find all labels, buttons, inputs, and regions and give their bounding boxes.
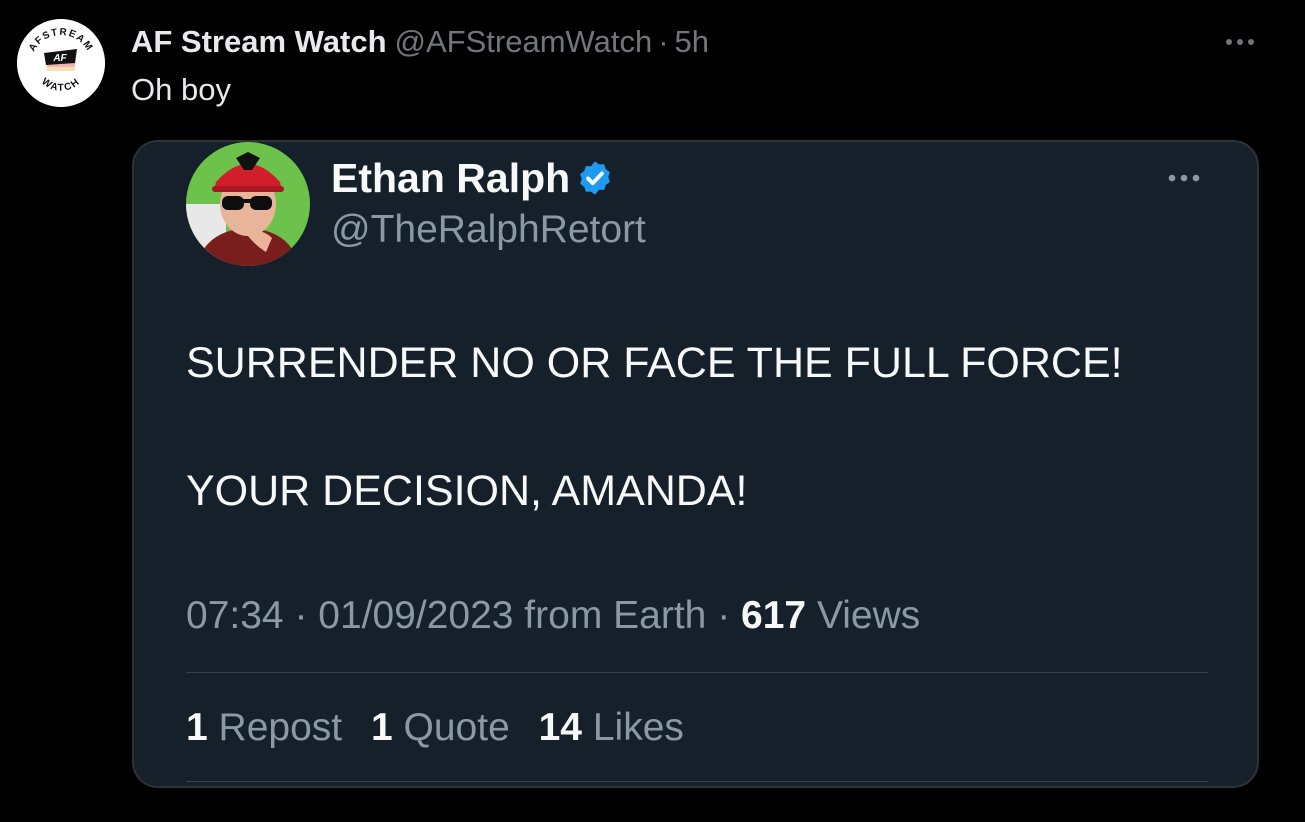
post-header: AF Stream Watch @AFStreamWatch · 5h bbox=[131, 22, 709, 62]
meta-separator-2: · bbox=[706, 594, 742, 637]
embedded-text-line-2: YOUR DECISION, AMANDA! bbox=[186, 467, 748, 515]
embedded-author-avatar bbox=[186, 142, 310, 266]
likes-count: 14 bbox=[538, 706, 582, 749]
views-label: Views bbox=[806, 594, 921, 637]
embedded-author-name: Ethan Ralph bbox=[331, 154, 614, 202]
embedded-tweet-stats: 1 Repost 1 Quote 14 Likes bbox=[186, 702, 702, 754]
repost-stat: 1 Repost bbox=[186, 706, 342, 749]
likes-stat: 14 Likes bbox=[539, 706, 684, 749]
embedded-tweet-text: SURRENDER NO OR FACE THE FULL FORCE! YOU… bbox=[186, 336, 1123, 518]
embedded-text-line-1: SURRENDER NO OR FACE THE FULL FORCE! bbox=[186, 339, 1123, 387]
author-display-name[interactable]: AF Stream Watch bbox=[131, 24, 387, 59]
repost-label: Repost bbox=[218, 706, 343, 749]
author-avatar[interactable]: AFSTREAM WATCH AF bbox=[17, 19, 105, 107]
embedded-tweet-meta: 07:34 · 01/09/2023 from Earth · 617 View… bbox=[186, 590, 920, 642]
more-horizontal-icon[interactable] bbox=[1222, 32, 1258, 52]
af-stream-watch-logo: AFSTREAM WATCH AF bbox=[17, 19, 105, 107]
likes-label: Likes bbox=[592, 706, 684, 749]
author-handle[interactable]: @AFStreamWatch bbox=[395, 24, 653, 59]
post-timestamp[interactable]: 5h bbox=[675, 24, 709, 59]
stats-divider-top bbox=[186, 672, 1208, 673]
embedded-more-horizontal-icon bbox=[1164, 168, 1204, 188]
header-separator: · bbox=[658, 24, 669, 59]
repost-count: 1 bbox=[186, 706, 208, 749]
embedded-date: 01/09/2023 from Earth bbox=[318, 594, 707, 637]
tweet[interactable]: AFSTREAM WATCH AF AF Stream Watch @AFStre… bbox=[0, 0, 1305, 822]
quote-count: 1 bbox=[370, 706, 393, 749]
embedded-author-handle: @TheRalphRetort bbox=[331, 208, 646, 251]
logo-mark: AF bbox=[52, 53, 67, 64]
quote-stat: 1 Quote bbox=[371, 706, 510, 749]
embedded-author-display-name: Ethan Ralph bbox=[331, 155, 571, 201]
embedded-tweet-image[interactable]: Ethan Ralph @TheRalphRetort SURRENDER NO… bbox=[132, 140, 1259, 788]
meta-separator-1: · bbox=[283, 594, 319, 637]
verified-badge-icon bbox=[580, 161, 611, 195]
embedded-time: 07:34 bbox=[186, 594, 284, 637]
quote-label: Quote bbox=[403, 706, 510, 749]
stats-divider-bottom bbox=[186, 781, 1208, 782]
views-count: 617 bbox=[741, 594, 807, 637]
post-text: Oh boy bbox=[131, 72, 231, 107]
